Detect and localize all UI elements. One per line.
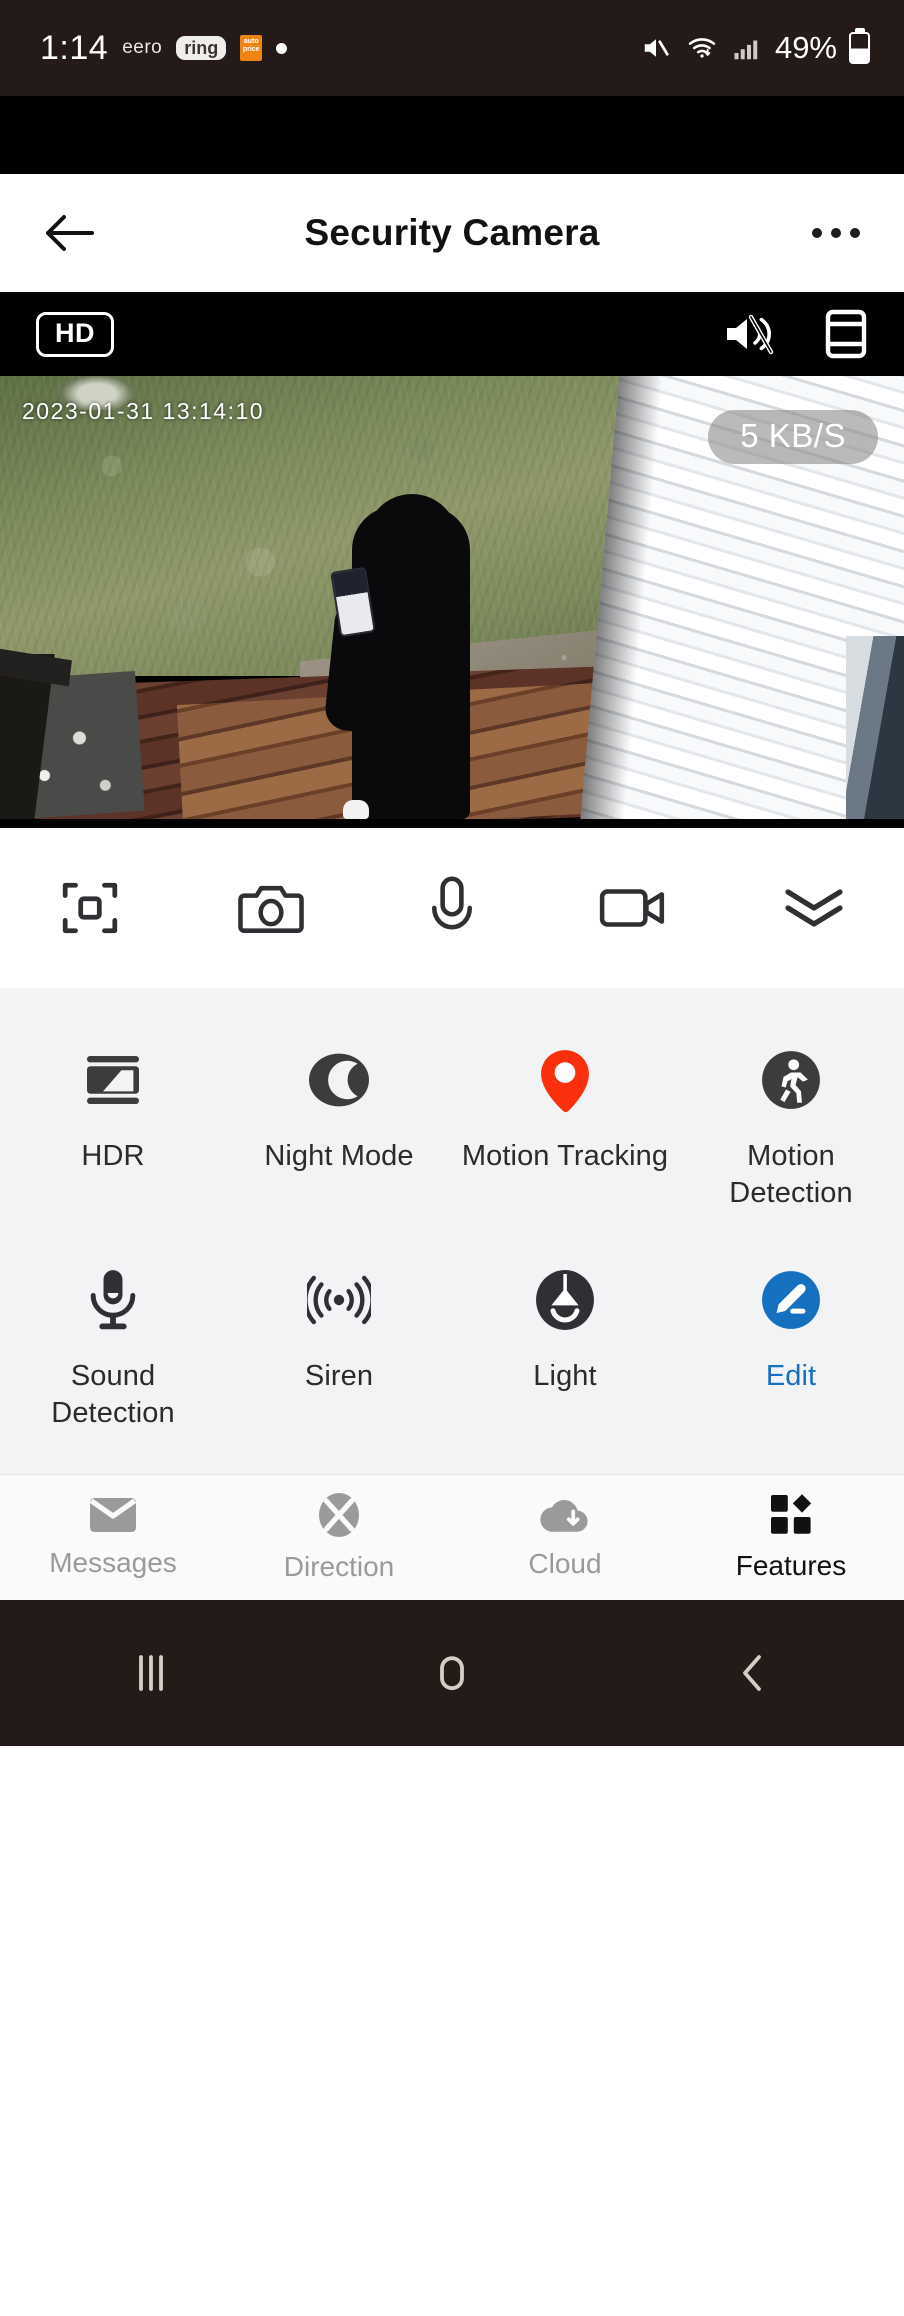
hdr-icon — [81, 1044, 145, 1116]
talk-button[interactable] — [362, 874, 543, 942]
bandwidth-badge: 5 KB/S — [708, 410, 878, 464]
android-back-icon — [743, 1655, 762, 1692]
video-timestamp: 2023-01-31 13:14:10 — [22, 398, 265, 424]
feature-label: Siren — [304, 1360, 374, 1393]
nav-label: Messages — [49, 1547, 177, 1579]
direction-pad-icon — [319, 1493, 359, 1538]
android-back-button[interactable] — [708, 1628, 798, 1718]
cloud-download-icon — [540, 1500, 588, 1533]
feature-label: Motion Detection — [729, 1140, 853, 1210]
orange-app-icon: auto price — [240, 35, 263, 61]
player-top-right — [722, 308, 868, 360]
snapshot-camera-icon — [238, 885, 304, 933]
feature-label: Sound Detection — [51, 1360, 175, 1430]
person-hood — [366, 494, 458, 612]
video-player[interactable]: 2023-01-31 13:14:10 5 KB/S HD — [0, 292, 904, 828]
feature-row-1: HDR Night Mode Motion Tracking Motion De… — [0, 1022, 904, 1242]
feature-grid: HDR Night Mode Motion Tracking Motion De… — [0, 988, 904, 1475]
app-bar: Security Camera — [0, 174, 904, 292]
camera-feed: 2023-01-31 13:14:10 5 KB/S — [0, 376, 904, 819]
snapshot-button[interactable] — [181, 878, 362, 938]
window-edge — [846, 636, 904, 819]
status-bar-left: 1:14 eero ring auto price — [40, 28, 288, 68]
status-dot-icon — [276, 42, 288, 54]
feature-label: Night Mode — [264, 1140, 414, 1172]
battery-icon — [849, 32, 870, 64]
feature-night-mode[interactable]: Night Mode — [226, 1022, 452, 1242]
light-lamp-icon — [534, 1264, 596, 1336]
more-options-button[interactable] — [812, 228, 860, 238]
status-time: 1:14 — [40, 28, 109, 67]
nav-label: Cloud — [528, 1548, 602, 1580]
status-carrier-label: eero — [122, 37, 163, 58]
nav-item-cloud[interactable]: Cloud — [452, 1495, 678, 1580]
status-bar-right: 49% — [639, 30, 870, 66]
wifi-icon — [688, 38, 716, 58]
mute-icon — [644, 39, 669, 57]
feature-light[interactable]: Light — [452, 1242, 678, 1462]
notch-gap — [0, 96, 904, 174]
nav-item-direction[interactable]: Direction — [226, 1492, 452, 1583]
features-grid-icon — [771, 1494, 812, 1535]
record-button[interactable] — [542, 882, 723, 934]
edit-pencil-icon — [760, 1264, 822, 1336]
feature-siren[interactable]: Siren — [226, 1242, 452, 1462]
feature-sound-detection[interactable]: Sound Detection — [0, 1242, 226, 1462]
more-options-icon — [812, 228, 822, 238]
status-bar: 1:14 eero ring auto price 49% — [0, 0, 904, 96]
night-mode-moon-icon — [307, 1044, 371, 1116]
split-view-icon[interactable] — [824, 308, 868, 360]
ring-app-icon: ring — [176, 36, 227, 60]
back-button[interactable] — [44, 206, 98, 260]
page-title: Security Camera — [304, 212, 600, 253]
battery-percent-label: 49% — [774, 30, 837, 65]
player-top-bar: HD — [0, 292, 904, 376]
person-shoe — [343, 800, 369, 819]
back-arrow-icon — [46, 215, 94, 251]
feature-motion-tracking[interactable]: Motion Tracking — [452, 1022, 678, 1242]
feature-edit[interactable]: Edit — [678, 1242, 904, 1462]
quality-badge[interactable]: HD — [36, 311, 114, 357]
nav-label: Direction — [283, 1551, 395, 1583]
home-icon — [440, 1656, 464, 1691]
fullscreen-zoom-icon — [63, 882, 118, 934]
motion-tracking-pin-icon — [536, 1044, 594, 1116]
feature-hdr[interactable]: HDR — [0, 1022, 226, 1242]
feature-row-2: Sound Detection Siren Light Edit — [0, 1242, 904, 1462]
feature-label: Light — [533, 1360, 597, 1393]
siren-waves-icon — [307, 1264, 371, 1336]
recents-button[interactable] — [106, 1628, 196, 1718]
speaker-mute-icon[interactable] — [722, 310, 776, 358]
cellular-signal-icon — [734, 40, 758, 60]
recents-icon — [138, 1655, 163, 1692]
sound-detection-mic-icon — [84, 1264, 142, 1336]
player-controls-toolbar — [0, 828, 904, 988]
feature-motion-detection[interactable]: Motion Detection — [678, 1022, 904, 1242]
android-navigation-bar — [0, 1600, 904, 1747]
feature-label: HDR — [81, 1140, 145, 1172]
microphone-talk-icon — [431, 876, 472, 930]
collapse-chevrons-icon — [784, 889, 843, 927]
bottom-navigation: Messages Direction Cloud Features — [0, 1474, 904, 1601]
feature-label: Motion Tracking — [461, 1140, 669, 1172]
home-button[interactable] — [407, 1628, 497, 1718]
nav-item-features[interactable]: Features — [678, 1493, 904, 1582]
record-video-icon — [599, 889, 664, 927]
nav-item-messages[interactable]: Messages — [0, 1496, 226, 1579]
envelope-icon — [89, 1498, 137, 1533]
collapse-button[interactable] — [723, 884, 904, 932]
nav-label: Features — [735, 1550, 847, 1582]
zoom-control-button[interactable] — [0, 877, 181, 939]
phone-screen: 1:14 eero ring auto price 49% Security C… — [0, 0, 904, 2316]
motion-detection-walking-icon — [760, 1044, 822, 1116]
feature-label: Edit — [765, 1360, 817, 1393]
